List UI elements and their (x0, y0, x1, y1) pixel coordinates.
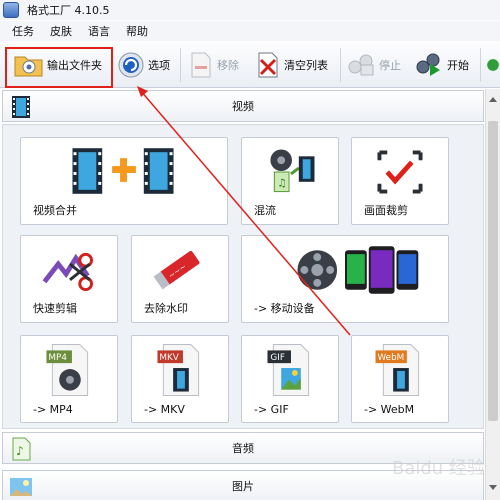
main-panel: 视频 视频合并 ♫ 混流 画面裁剪 快速剪辑 ~~~ 去除水印 -> 移动设备 … (0, 89, 500, 500)
menu-skin[interactable]: 皮肤 (50, 23, 72, 39)
clear-list-icon (258, 52, 278, 78)
mkv-file-icon: MKV (157, 344, 200, 396)
video-section-header[interactable]: 视频 (2, 90, 484, 122)
tile-video-merge[interactable]: 视频合并 (20, 137, 228, 225)
video-merge-icon (72, 148, 174, 194)
mobile-device-icon (297, 246, 419, 294)
tile-to-mkv-label: -> MKV (144, 403, 185, 416)
tile-mobile-device-label: -> 移动设备 (254, 302, 315, 315)
tile-video-merge-label: 视频合并 (33, 204, 77, 217)
gif-file-icon: GIF (267, 344, 310, 396)
webm-file-icon: WebM (375, 344, 420, 396)
svg-text:♪: ♪ (16, 444, 24, 458)
remove-watermark-icon: ~~~ (153, 250, 200, 290)
options-button[interactable]: 选项 (117, 46, 170, 84)
tile-to-mp4-label: -> MP4 (33, 403, 73, 416)
tile-quick-clip-label: 快速剪辑 (33, 302, 77, 315)
options-icon (118, 52, 144, 78)
stop-button[interactable]: 停止 (346, 46, 401, 84)
window-title: 格式工厂 4.10.5 (27, 4, 110, 17)
baidu-watermark-logo: Baidu 经验 (392, 458, 485, 479)
svg-text:Baidu 经验: Baidu 经验 (392, 458, 485, 479)
svg-text:♫: ♫ (277, 177, 287, 190)
video-section-label: 视频 (232, 100, 254, 113)
audio-section-label: 音频 (232, 442, 254, 455)
picture-icon (10, 478, 32, 496)
stop-label: 停止 (379, 59, 401, 72)
toolbar-divider (180, 48, 181, 82)
tile-mux[interactable]: ♫ 混流 (241, 137, 339, 225)
tile-remove-watermark-label: 去除水印 (144, 302, 188, 315)
toolbar-divider (340, 48, 341, 82)
annotation-highlight-box (5, 47, 113, 88)
app-icon (3, 2, 19, 18)
tile-crop-label: 画面裁剪 (364, 204, 408, 217)
tile-crop[interactable]: 画面裁剪 (351, 137, 449, 225)
tile-to-mkv[interactable]: MKV -> MKV (131, 335, 229, 423)
clear-list-label: 清空列表 (284, 59, 328, 72)
stop-icon (348, 54, 374, 76)
remove-label: 移除 (217, 59, 239, 72)
video-tools-grid: 视频合并 ♫ 混流 画面裁剪 快速剪辑 ~~~ 去除水印 -> 移动设备 MP4… (2, 124, 484, 429)
tile-to-gif-label: -> GIF (254, 403, 289, 416)
film-icon (12, 96, 30, 118)
tile-quick-clip[interactable]: 快速剪辑 (20, 235, 118, 323)
start-icon (416, 53, 440, 76)
clear-list-button[interactable]: 清空列表 (255, 46, 328, 84)
tile-to-mp4[interactable]: MP4 -> MP4 (20, 335, 118, 423)
scroll-up-icon[interactable] (489, 97, 497, 102)
tile-mobile-device[interactable]: -> 移动设备 (241, 235, 449, 323)
mp4-file-icon: MP4 (46, 344, 89, 396)
tile-to-gif[interactable]: GIF -> GIF (241, 335, 339, 423)
quick-clip-icon (42, 252, 93, 292)
svg-text:MKV: MKV (159, 353, 178, 363)
tile-remove-watermark[interactable]: ~~~ 去除水印 (131, 235, 229, 323)
remove-button[interactable]: 移除 (188, 46, 239, 84)
menu-bar: 任务 皮肤 语言 帮助 (0, 21, 500, 41)
menu-task[interactable]: 任务 (12, 23, 34, 39)
scrollbar-thumb[interactable] (488, 121, 498, 421)
start-button[interactable]: 开始 (414, 46, 469, 84)
options-label: 选项 (148, 59, 170, 72)
start-label: 开始 (447, 59, 469, 72)
crop-icon (377, 150, 423, 194)
svg-text:GIF: GIF (270, 353, 284, 363)
toolbar-overflow-button[interactable] (486, 46, 500, 84)
vertical-scrollbar[interactable] (485, 89, 500, 500)
toolbar-divider (480, 48, 481, 82)
menu-help[interactable]: 帮助 (126, 23, 148, 39)
remove-icon (191, 52, 211, 78)
menu-language[interactable]: 语言 (88, 23, 110, 39)
mux-icon: ♫ (270, 149, 315, 193)
title-bar: 格式工厂 4.10.5 (0, 0, 500, 20)
tile-mux-label: 混流 (254, 204, 276, 217)
globe-icon (487, 59, 499, 71)
tile-to-webm[interactable]: WebM -> WebM (351, 335, 449, 423)
tile-to-webm-label: -> WebM (364, 403, 415, 416)
picture-section-label: 图片 (232, 480, 254, 493)
svg-text:WebM: WebM (377, 353, 404, 363)
audio-icon: ♪ (12, 437, 31, 461)
svg-text:MP4: MP4 (48, 353, 67, 363)
